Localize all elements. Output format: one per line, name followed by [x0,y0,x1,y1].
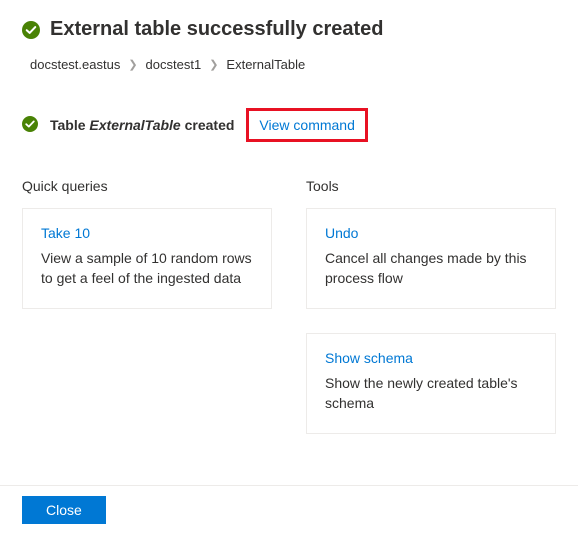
quick-queries-title: Quick queries [22,178,272,194]
page-title: External table successfully created [50,18,384,41]
view-command-link[interactable]: View command [259,117,354,133]
tools-column: Tools Undo Cancel all changes made by th… [306,178,556,458]
dialog-header: External table successfully created [0,0,578,49]
success-check-icon [22,21,40,39]
dialog-footer: Close [0,485,578,538]
content-columns: Quick queries Take 10 View a sample of 1… [0,154,578,458]
breadcrumb-item[interactable]: docstest1 [146,57,202,72]
breadcrumb-item[interactable]: ExternalTable [226,57,305,72]
tools-title: Tools [306,178,556,194]
close-button[interactable]: Close [22,496,106,524]
quick-query-card[interactable]: Take 10 View a sample of 10 random rows … [22,208,272,309]
breadcrumb-item[interactable]: docstest.eastus [30,57,120,72]
status-suffix: created [181,117,235,133]
highlight-callout: View command [246,108,367,142]
success-check-icon [22,116,40,134]
chevron-right-icon: ❯ [128,58,137,71]
card-description: View a sample of 10 random rows to get a… [41,249,253,288]
card-title-link[interactable]: Undo [325,225,537,241]
status-line: Table ExternalTable created View command [0,100,578,154]
card-description: Show the newly created table's schema [325,374,537,413]
card-title-link[interactable]: Show schema [325,350,537,366]
status-table-name: ExternalTable [89,117,180,133]
tool-card-show-schema[interactable]: Show schema Show the newly created table… [306,333,556,434]
status-text: Table ExternalTable created [50,117,234,133]
chevron-right-icon: ❯ [209,58,218,71]
tool-card-undo[interactable]: Undo Cancel all changes made by this pro… [306,208,556,309]
quick-queries-column: Quick queries Take 10 View a sample of 1… [22,178,272,458]
status-prefix: Table [50,117,89,133]
card-description: Cancel all changes made by this process … [325,249,537,288]
card-title-link[interactable]: Take 10 [41,225,253,241]
breadcrumb: docstest.eastus ❯ docstest1 ❯ ExternalTa… [0,49,578,100]
